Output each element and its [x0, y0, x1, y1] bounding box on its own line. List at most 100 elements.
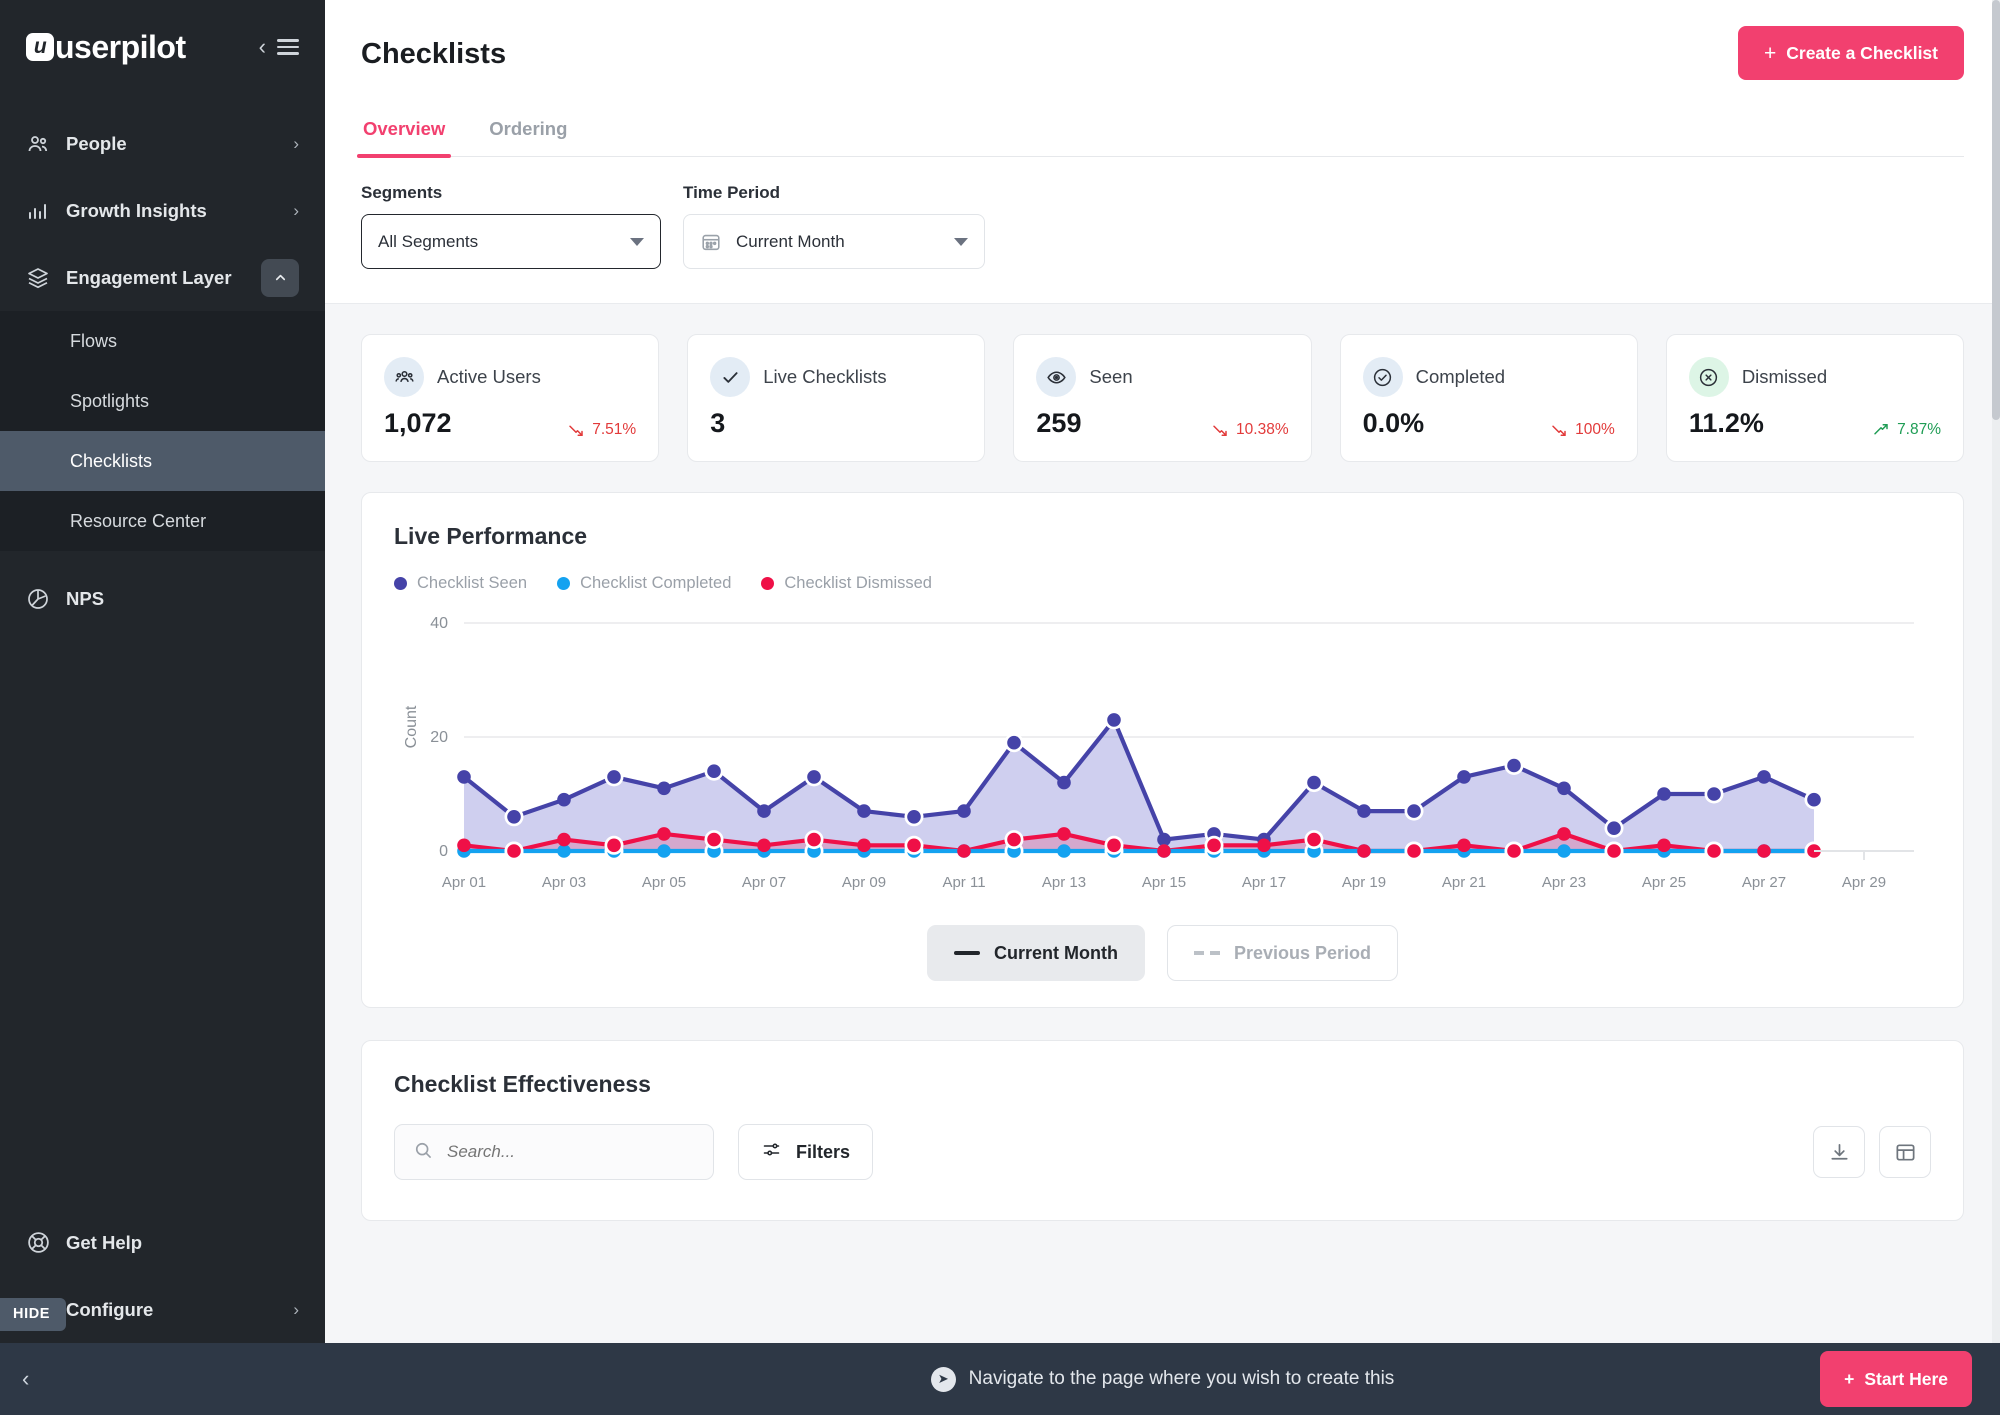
start-here-button[interactable]: + Start Here: [1820, 1351, 1972, 1407]
chart-point: [1207, 838, 1221, 853]
logo-mark: u: [26, 33, 54, 61]
kpi-card-row: Active Users 1,072 7.51% Live Checklists…: [361, 334, 1965, 462]
filters-button[interactable]: Filters: [738, 1124, 874, 1180]
legend-label: Checklist Completed: [580, 574, 732, 592]
legend-dot: [761, 577, 775, 590]
x-axis-tick-label: Apr 15: [1142, 874, 1186, 891]
sidebar-header-icons: ‹: [259, 36, 299, 58]
chart-point: [1107, 713, 1121, 727]
dashed-line-icon: [1193, 951, 1220, 955]
kpi-footer: 3: [710, 408, 962, 439]
sidebar-item-get-help[interactable]: Get Help: [0, 1209, 325, 1276]
tab-bar: Overview Ordering: [356, 118, 1964, 158]
kpi-card-completed: Completed 0.0% 100%: [1339, 334, 1638, 462]
sidebar-subitem-label: Flows: [70, 330, 118, 351]
sidebar-item-growth-insights[interactable]: Growth Insights ›: [0, 177, 325, 244]
filter-bar: Segments All Segments Time Period Curren…: [325, 157, 2000, 304]
x-axis-tick-label: Apr 17: [1242, 874, 1286, 891]
kpi-value: 3: [710, 408, 726, 438]
tab-ordering[interactable]: Ordering: [487, 118, 569, 156]
legend-item-checklist-seen[interactable]: Checklist Seen: [394, 574, 527, 593]
kpi-card-dismissed: Dismissed 11.2% 7.87%: [1665, 334, 1965, 462]
search-box[interactable]: [394, 1124, 714, 1180]
x-axis-tick-label: Apr 13: [1042, 874, 1086, 891]
sliders-icon: [761, 1139, 782, 1165]
bottom-bar-text: Navigate to the page where you wish to c…: [968, 1368, 1395, 1389]
chart-point: [1407, 844, 1421, 858]
kpi-value: 1,072: [384, 408, 452, 438]
live-performance-card: Live Performance Checklist Seen Checklis…: [361, 492, 1964, 1008]
tab-overview[interactable]: Overview: [356, 118, 452, 158]
kpi-delta: 10.38%: [1211, 421, 1289, 439]
x-axis-tick-label: Apr 09: [842, 874, 886, 891]
sidebar-item-flows[interactable]: Flows: [0, 311, 325, 371]
sidebar-back-icon[interactable]: ‹: [22, 1366, 29, 1392]
check-icon: [710, 357, 751, 397]
sidebar-item-label: Growth Insights: [66, 199, 207, 221]
search-input[interactable]: [447, 1142, 695, 1162]
pie-chart-icon: [26, 587, 60, 611]
chevron-up-icon[interactable]: [261, 258, 299, 297]
sidebar-collapse-icon[interactable]: ‹: [259, 36, 266, 58]
userpilot-logo: u userpilot: [26, 29, 186, 66]
chart-point: [507, 844, 521, 858]
sidebar-item-spotlights[interactable]: Spotlights: [0, 371, 325, 431]
effectiveness-controls: Filters: [394, 1124, 1931, 1180]
kpi-card-live-checklists: Live Checklists 3: [687, 334, 986, 462]
create-checklist-label: Create a Checklist: [1786, 42, 1938, 63]
kpi-label: Seen: [1089, 366, 1133, 387]
live-performance-title: Live Performance: [394, 523, 588, 549]
legend-item-checklist-completed[interactable]: Checklist Completed: [557, 574, 731, 593]
layers-icon: [26, 266, 60, 290]
sidebar-item-nps[interactable]: NPS: [0, 565, 325, 632]
scrollbar-track[interactable]: [1992, 0, 2000, 1415]
chart-point: [1107, 838, 1121, 853]
legend-item-checklist-dismissed[interactable]: Checklist Dismissed: [761, 574, 932, 593]
app-root: uuserpilot ‹ People › Growth Insights ›: [0, 0, 2000, 1415]
lifebuoy-icon: [26, 1230, 60, 1255]
chart-point: [807, 770, 821, 784]
kpi-label: Completed: [1415, 366, 1506, 387]
chart-point: [907, 838, 921, 853]
segments-select[interactable]: All Segments: [361, 214, 661, 269]
sidebar-item-label: Configure: [66, 1298, 154, 1320]
kpi-header: Active Users: [384, 357, 636, 397]
time-period-select[interactable]: Current Month: [683, 214, 985, 269]
x-axis-tick-label: Apr 23: [1542, 874, 1586, 891]
download-icon[interactable]: [1813, 1126, 1865, 1178]
legend-label: Checklist Dismissed: [784, 574, 932, 592]
dashboard-content: Active Users 1,072 7.51% Live Checklists…: [325, 304, 2000, 1415]
kpi-footer: 259 10.38%: [1036, 408, 1288, 439]
kpi-footer: 1,072 7.51%: [384, 408, 636, 439]
hamburger-icon[interactable]: [277, 39, 299, 55]
hide-sidebar-button[interactable]: HIDE: [0, 1298, 67, 1331]
sidebar-item-engagement-layer[interactable]: Engagement Layer: [0, 244, 325, 311]
time-period-filter: Time Period Current Month: [683, 183, 985, 269]
kpi-card-seen: Seen 259 10.38%: [1013, 334, 1312, 462]
calendar-icon: [700, 231, 722, 253]
segments-label: Segments: [361, 183, 443, 202]
chart-point: [1757, 844, 1771, 858]
sidebar-item-people[interactable]: People ›: [0, 110, 325, 177]
columns-layout-icon[interactable]: [1879, 1126, 1931, 1178]
bar-chart-icon: [26, 199, 60, 223]
toggle-previous-period[interactable]: Previous Period: [1166, 925, 1399, 981]
trend-down-icon: [1552, 425, 1566, 436]
chart-point: [1507, 844, 1521, 858]
chart-svg: 0 20 40 Count Apr 01 Apr 03 Apr 05 Apr 07 Apr 09…: [403, 615, 1914, 891]
toggle-current-month[interactable]: Current Month: [926, 925, 1145, 981]
sidebar-item-checklists[interactable]: Checklists: [0, 431, 325, 491]
chart-point: [1307, 832, 1321, 847]
sidebar-item-label: Engagement Layer: [66, 266, 232, 288]
people-icon: [26, 132, 60, 156]
sidebar-subnav: Flows Spotlights Checklists Resource Cen…: [0, 311, 325, 551]
chart-point: [1057, 827, 1071, 841]
kpi-header: Completed: [1362, 357, 1615, 397]
logo-text: userpilot: [55, 28, 186, 65]
scrollbar-thumb[interactable]: [1992, 0, 2000, 420]
bottom-bar-message: ➤ Navigate to the page where you wish to…: [930, 1366, 1395, 1392]
chart-point: [457, 838, 471, 853]
main-content: Checklists + Create a Checklist Overview…: [325, 0, 2000, 1415]
sidebar-item-resource-center[interactable]: Resource Center: [0, 491, 325, 551]
create-checklist-button[interactable]: + Create a Checklist: [1737, 26, 1964, 80]
